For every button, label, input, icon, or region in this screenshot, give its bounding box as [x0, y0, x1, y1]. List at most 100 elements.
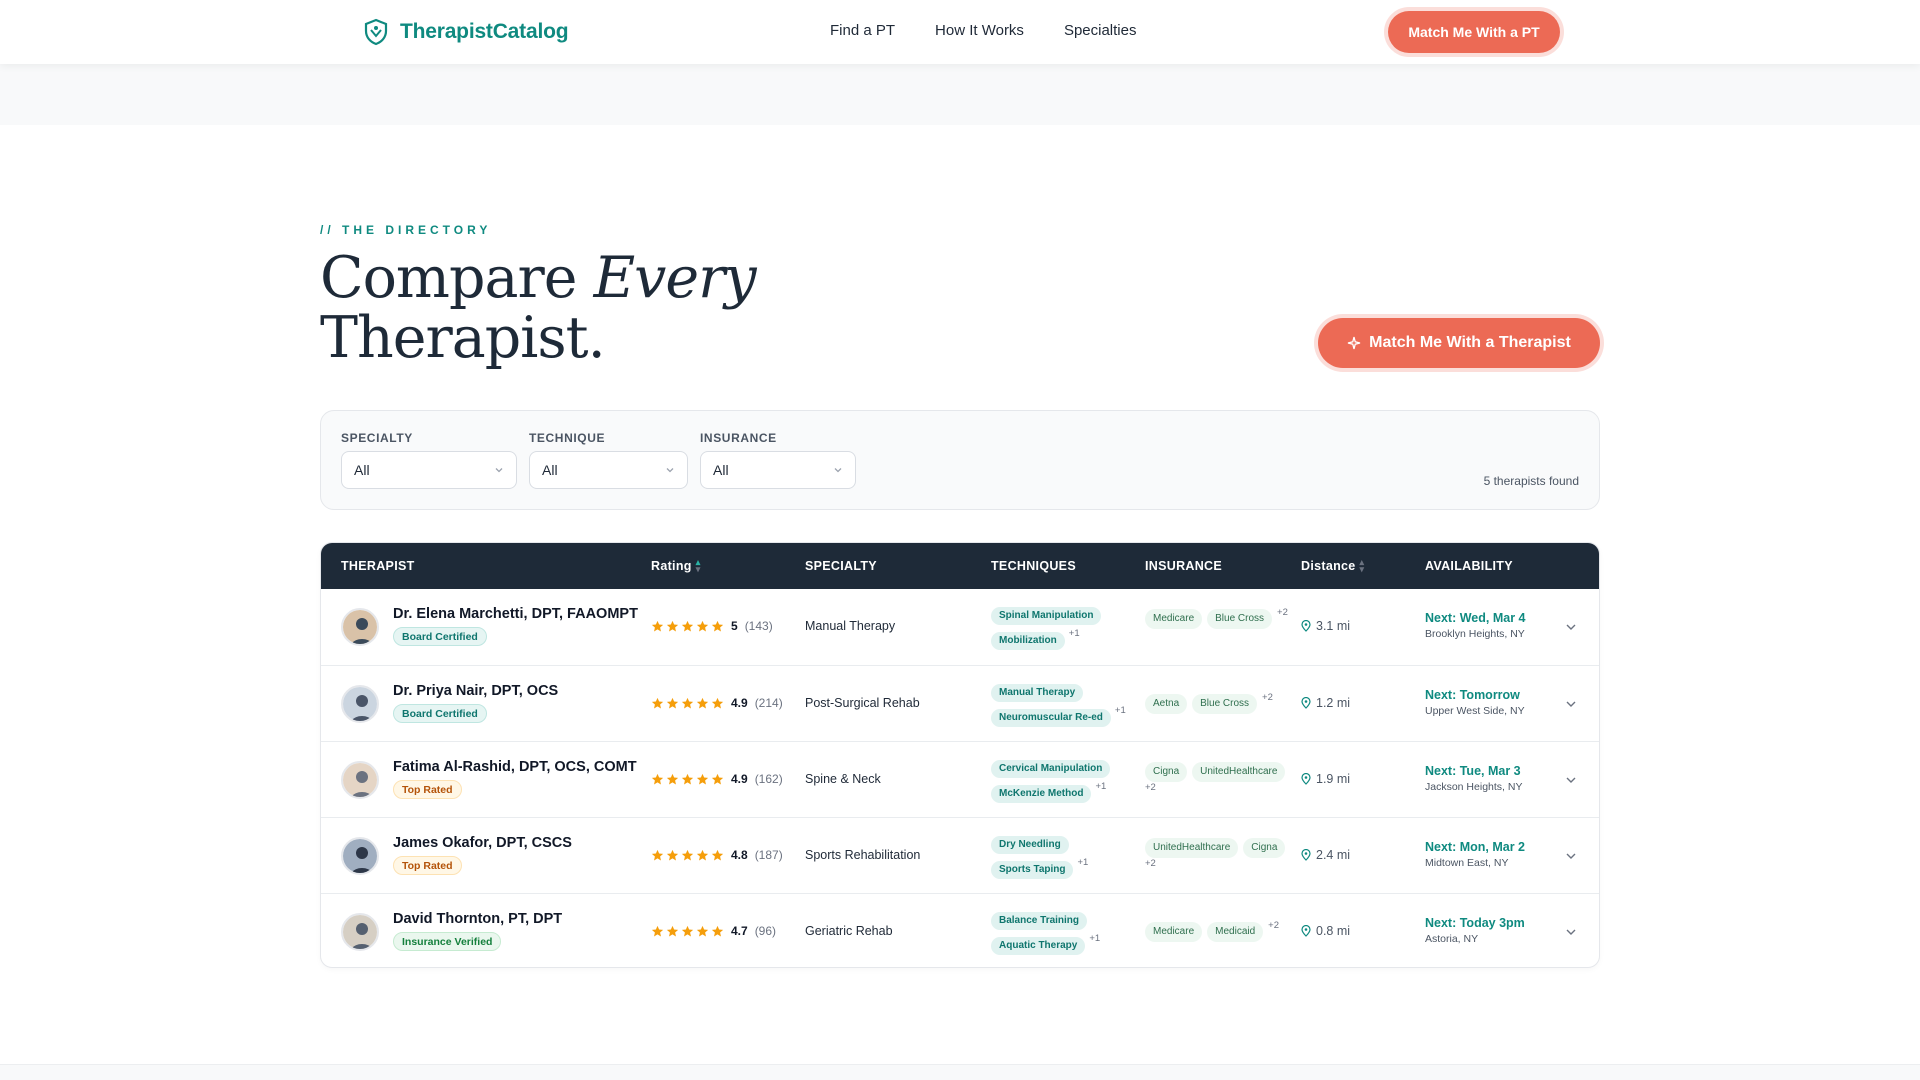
insurance-cell: UnitedHealthcare Cigna +2 [1145, 836, 1295, 878]
location-pin-icon [1301, 773, 1311, 785]
technique-tag: Spinal Manipulation [991, 607, 1102, 625]
chevron-down-icon [666, 468, 674, 473]
table-row[interactable]: Dr. Priya Nair, DPT, OCS Board Certified 4… [321, 665, 1599, 741]
insurance-cell: Cigna UnitedHealthcare +2 [1145, 760, 1295, 802]
distance-value: 3.1 mi [1316, 619, 1351, 633]
table-row[interactable]: Fatima Al-Rashid, DPT, OCS, COMT Top Rate… [321, 741, 1599, 817]
insurance-tag: Blue Cross [1192, 694, 1258, 714]
chevron-down-icon[interactable] [1563, 848, 1579, 864]
star-icon [696, 620, 709, 631]
sort-arrows-icon: ▴ ▾ [1359, 557, 1365, 574]
star-icon [711, 620, 724, 631]
chevron-down-icon[interactable] [1563, 696, 1579, 712]
distance-value: 1.2 mi [1316, 696, 1351, 710]
star-icon [711, 849, 724, 860]
header-rating-label: Rating [651, 559, 692, 573]
chevron-down-icon[interactable] [1563, 772, 1579, 788]
technique-tag: Dry Needling [991, 836, 1069, 854]
nav-link-specialties[interactable]: Specialties [1064, 22, 1137, 39]
specialty-cell: Post-Surgical Rehab [805, 696, 920, 710]
table-row[interactable]: Dr. Elena Marchetti, DPT, FAAOMPT Board C… [321, 589, 1599, 665]
therapist-name[interactable]: Dr. Elena Marchetti, DPT, FAAOMPT [393, 606, 638, 622]
next-availability: Next: Today 3pm [1425, 916, 1525, 930]
technique-select[interactable]: All [529, 451, 688, 489]
insurance-tag: Cigna [1145, 762, 1188, 782]
specialty-cell: Sports Rehabilitation [805, 848, 921, 862]
header-techniques: TECHNIQUES [991, 559, 1076, 573]
distance-cell: 3.1 mi [1301, 619, 1350, 633]
table-header: THERAPIST Rating ▴ ▾ SPECIALTY TECHNIQUES… [321, 543, 1599, 589]
distance-cell: 1.9 mi [1301, 772, 1350, 786]
header-insurance: INSURANCE [1145, 559, 1223, 573]
credential-badge: Board Certified [393, 627, 487, 646]
star-icon [696, 849, 709, 860]
header-distance-sort[interactable]: Distance ▴ ▾ [1301, 557, 1365, 574]
star-icon [711, 925, 724, 936]
avatar [341, 608, 379, 646]
location-pin-icon [1301, 620, 1311, 632]
match-therapist-button[interactable]: Match Me With a Therapist [1318, 318, 1600, 368]
star-icon [666, 773, 679, 784]
specialty-select-value: All [354, 462, 370, 478]
insurance-tag: Medicare [1145, 609, 1203, 629]
table-row[interactable]: David Thornton, PT, DPT Insurance Verifie… [321, 893, 1599, 967]
table-row[interactable]: James Okafor, DPT, CSCS Top Rated 4.8 (187)… [321, 817, 1599, 893]
technique-more-count: +1 [1095, 781, 1107, 792]
insurance-tag: Medicaid [1207, 922, 1264, 942]
results-count: 5 therapists found [1483, 474, 1579, 488]
technique-tag: Sports Taping [991, 861, 1074, 879]
rating-value: 4.8 [731, 848, 748, 862]
star-icon [711, 697, 724, 708]
nav-match-button[interactable]: Match Me With a PT [1388, 11, 1560, 53]
header-rating-sort[interactable]: Rating ▴ ▾ [651, 557, 701, 574]
availability-cell: Next: Mon, Mar 2 Midtown East, NY [1425, 840, 1525, 869]
technique-tag: Mobilization [991, 632, 1065, 650]
technique-tag: Neuromuscular Re-ed [991, 709, 1111, 727]
sort-arrows-icon: ▴ ▾ [695, 557, 701, 574]
rating: 4.9 (162) [651, 772, 783, 786]
star-icon [696, 925, 709, 936]
technique-more-count: +1 [1089, 933, 1101, 944]
star-icon [666, 620, 679, 631]
insurance-more-count: +2 [1145, 858, 1156, 869]
therapist-name[interactable]: James Okafor, DPT, CSCS [393, 835, 572, 851]
footer-edge [0, 1064, 1920, 1080]
rating-value: 5 [731, 619, 738, 633]
nav-link-find-a-pt[interactable]: Find a PT [830, 22, 895, 39]
location-pin-icon [1301, 925, 1311, 937]
technique-more-count: +1 [1077, 857, 1089, 868]
distance-value: 1.9 mi [1316, 772, 1351, 786]
filter-technique-label: TECHNIQUE [529, 431, 606, 445]
rating-value: 4.9 [731, 772, 748, 786]
credential-badge: Top Rated [393, 856, 462, 875]
techniques-cell: Manual Therapy Neuromuscular Re-ed+1 [991, 682, 1136, 732]
insurance-tag: Medicare [1145, 922, 1203, 942]
credential-badge: Board Certified [393, 704, 487, 723]
filter-specialty-label: SPECIALTY [341, 431, 413, 445]
filter-panel: SPECIALTY All TECHNIQUE All INSURANCE Al… [320, 410, 1600, 510]
chevron-down-icon[interactable] [1563, 924, 1579, 940]
insurance-cell: Aetna Blue Cross +2 [1145, 692, 1295, 714]
techniques-cell: Balance Training Aquatic Therapy+1 [991, 910, 1136, 960]
clinic-location: Midtown East, NY [1425, 857, 1509, 869]
specialty-cell: Geriatric Rehab [805, 924, 893, 938]
therapist-name[interactable]: Dr. Priya Nair, DPT, OCS [393, 683, 558, 699]
header-distance-label: Distance [1301, 559, 1356, 573]
chevron-down-icon[interactable] [1563, 619, 1579, 635]
therapist-name[interactable]: David Thornton, PT, DPT [393, 911, 562, 927]
therapist-name[interactable]: Fatima Al-Rashid, DPT, OCS, COMT [393, 759, 637, 775]
star-icon [666, 849, 679, 860]
insurance-tag: Aetna [1145, 694, 1188, 714]
star-icon [666, 925, 679, 936]
page-title: Compare Every Therapist. [320, 248, 757, 368]
clinic-location: Brooklyn Heights, NY [1425, 628, 1525, 640]
specialty-select[interactable]: All [341, 451, 517, 489]
brand[interactable]: TherapistCatalog [362, 18, 569, 46]
star-icon [711, 773, 724, 784]
review-count: (187) [754, 848, 783, 862]
rating: 4.9 (214) [651, 696, 783, 710]
star-icon [681, 925, 694, 936]
insurance-select[interactable]: All [700, 451, 856, 489]
availability-cell: Next: Tomorrow Upper West Side, NY [1425, 688, 1525, 717]
nav-link-how-it-works[interactable]: How It Works [935, 22, 1024, 39]
